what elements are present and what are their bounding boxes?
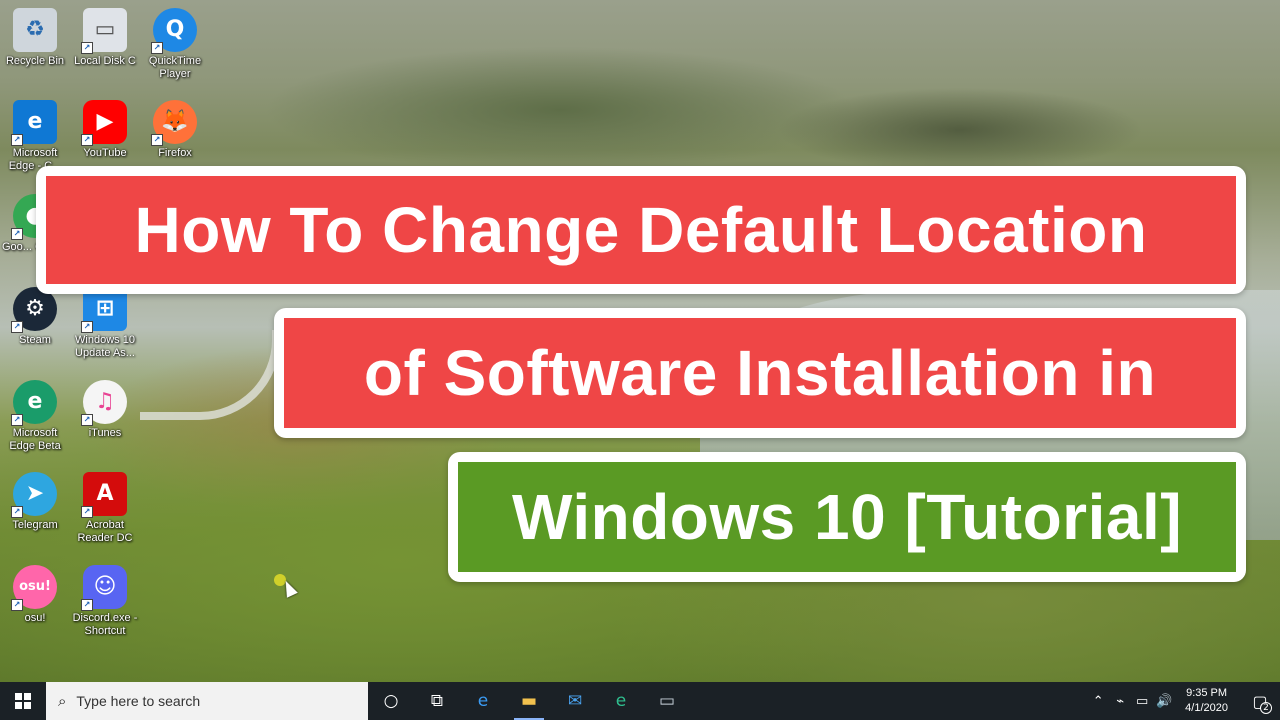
firefox-icon: 🦊 ↗: [151, 100, 197, 146]
search-icon: ⌕: [58, 692, 67, 710]
cortana-icon: ○: [383, 691, 399, 711]
desktop-icon-telegram[interactable]: ➤ ↗ Telegram: [0, 472, 70, 532]
clock[interactable]: 9:35 PM 4/1/2020: [1175, 686, 1240, 716]
cortana-button[interactable]: ○: [368, 682, 414, 720]
file-explorer-icon: ▬: [520, 691, 538, 711]
desktop-icon-osu[interactable]: osu! ↗ osu!: [0, 565, 70, 625]
task-view-icon: ⧉: [430, 691, 444, 711]
edge-beta-icon: e ↗: [11, 380, 57, 426]
start-button[interactable]: [0, 682, 46, 720]
task-view-button[interactable]: ⧉: [414, 682, 460, 720]
desktop-icon-windows-update[interactable]: ⊞ ↗ Windows 10 Update As...: [70, 287, 140, 360]
clock-time: 9:35 PM: [1186, 687, 1228, 699]
taskbar-mail-button[interactable]: ✉: [552, 682, 598, 720]
desktop-icon-edge[interactable]: e ↗ Microsoft Edge - C...: [0, 100, 70, 173]
title-line1-text: How To Change Default Location: [46, 176, 1236, 284]
clock-date: 4/1/2020: [1185, 702, 1228, 714]
youtube-icon: ▶ ↗: [81, 100, 127, 146]
taskbar-disk-button[interactable]: ▭: [644, 682, 690, 720]
title-line2-text: of Software Installation in: [284, 318, 1236, 428]
notification-count: 2: [1260, 702, 1272, 714]
edge-beta-icon: e: [615, 691, 627, 711]
desktop-icon-firefox[interactable]: 🦊 ↗ Firefox: [140, 100, 210, 160]
title-line3-text: Windows 10 [Tutorial]: [458, 462, 1236, 572]
taskbar-file-explorer-button[interactable]: ▬: [506, 682, 552, 720]
chevron-up-icon[interactable]: ⌃: [1087, 694, 1109, 709]
desktop-icon-recycle-bin[interactable]: ♻ Recycle Bin: [0, 8, 70, 68]
display-icon[interactable]: ▭: [1131, 694, 1153, 709]
itunes-icon: ♫ ↗: [81, 380, 127, 426]
desktop-icon-acrobat[interactable]: A ↗ Acrobat Reader DC: [70, 472, 140, 545]
system-tray: ⌃ ⌁ ▭ 🔊 9:35 PM 4/1/2020 ▢ 2: [1087, 682, 1280, 720]
search-placeholder: Type here to search: [76, 693, 201, 709]
taskbar-edge-beta-button[interactable]: e: [598, 682, 644, 720]
telegram-icon: ➤ ↗: [11, 472, 57, 518]
title-banner-line2: of Software Installation in: [274, 308, 1246, 438]
discord-icon: ☺ ↗: [81, 565, 127, 611]
desktop-icon-quicktime[interactable]: Q ↗ QuickTime Player: [140, 8, 210, 81]
edge-icon: e ↗: [11, 100, 57, 146]
desktop-icon-youtube[interactable]: ▶ ↗ YouTube: [70, 100, 140, 160]
desktop-icon-steam[interactable]: ⚙ ↗ Steam: [0, 287, 70, 347]
taskbar: ⌕ Type here to search ○ ⧉ e ▬ ✉ e ▭ ⌃ ⌁ …: [0, 682, 1280, 720]
action-center-button[interactable]: ▢ 2: [1240, 682, 1280, 720]
desktop-icon-discord[interactable]: ☺ ↗ Discord.exe - Shortcut: [70, 565, 140, 638]
mail-icon: ✉: [567, 691, 583, 711]
drive-icon: ▭ ↗: [81, 8, 127, 54]
windows-logo-icon: [15, 693, 31, 709]
desktop-icon-local-disk-c[interactable]: ▭ ↗ Local Disk C: [70, 8, 140, 68]
acrobat-icon: A ↗: [81, 472, 127, 518]
title-banner-line1: How To Change Default Location: [36, 166, 1246, 294]
desktop-icon-itunes[interactable]: ♫ ↗ iTunes: [70, 380, 140, 440]
recycle-bin-icon: ♻: [13, 8, 57, 52]
taskbar-search-box[interactable]: ⌕ Type here to search: [46, 682, 368, 720]
title-banner-line3: Windows 10 [Tutorial]: [448, 452, 1246, 582]
taskbar-edge-button[interactable]: e: [460, 682, 506, 720]
desktop-icon-edge-beta[interactable]: e ↗ Microsoft Edge Beta: [0, 380, 70, 453]
osu-icon: osu! ↗: [11, 565, 57, 611]
volume-icon[interactable]: 🔊: [1153, 694, 1175, 709]
disk-icon: ▭: [658, 691, 676, 711]
network-icon[interactable]: ⌁: [1109, 694, 1131, 709]
quicktime-icon: Q ↗: [151, 8, 197, 54]
edge-icon: e: [477, 691, 489, 711]
